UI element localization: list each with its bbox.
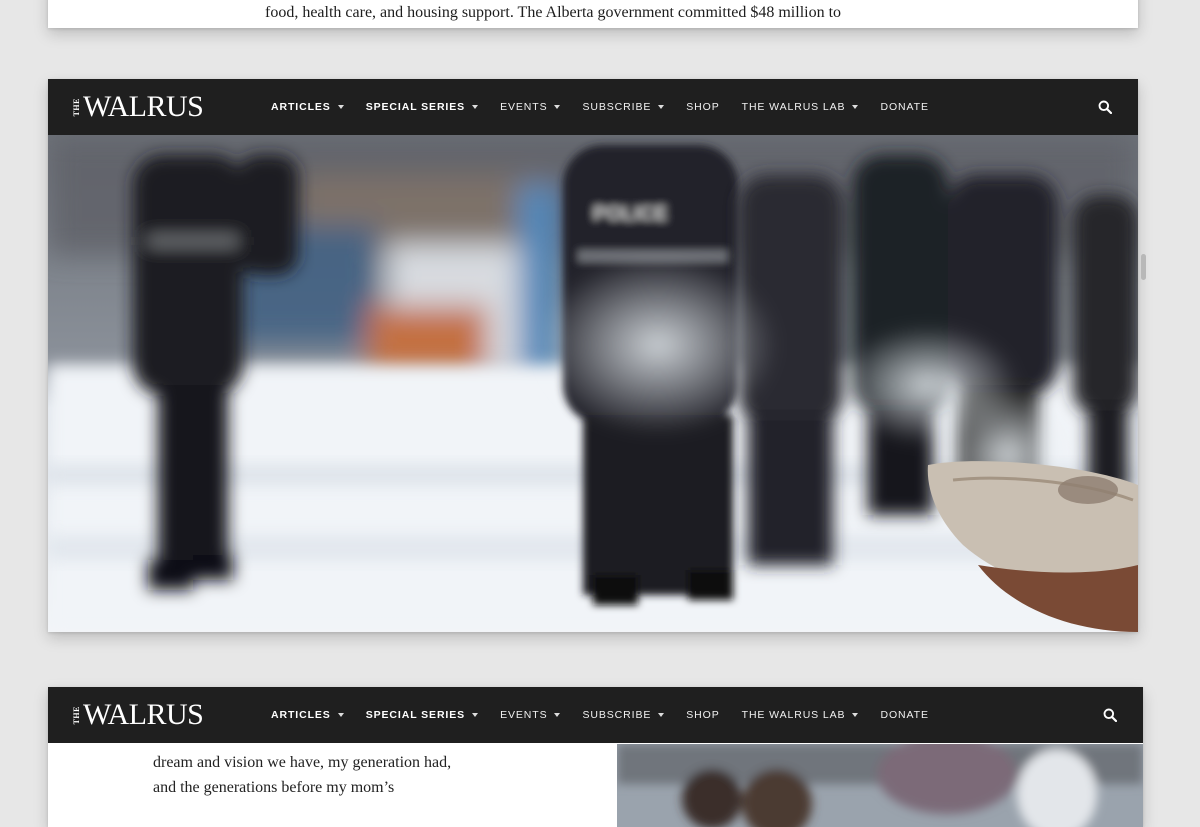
- menu-item-label: THE WALRUS LAB: [741, 709, 846, 721]
- menu-item-events[interactable]: EVENTS: [500, 101, 561, 113]
- menu-item-label: SHOP: [686, 709, 720, 721]
- menu-item-walrus-lab[interactable]: THE WALRUS LAB: [742, 101, 859, 113]
- menu-item-articles[interactable]: ARTICLES: [271, 709, 344, 721]
- article-card-top: food, health care, and housing support. …: [48, 0, 1138, 28]
- logo-wordmark: WALRUS: [83, 698, 204, 731]
- menu-item-special-series[interactable]: SPECIAL SERIES: [365, 101, 479, 113]
- chevron-down-icon: [852, 105, 859, 109]
- site-logo[interactable]: THE WALRUS: [72, 90, 204, 123]
- menu-item-label: SHOP: [686, 101, 720, 113]
- chevron-down-icon: [472, 713, 479, 717]
- article-body-text: dream and vision we have, my generation …: [153, 750, 451, 800]
- site-navbar-secondary: THE WALRUS ARTICLES SPECIAL SERIES EVENT…: [48, 687, 1143, 743]
- menu-item-donate[interactable]: DONATE: [880, 101, 928, 113]
- menu-item-label: THE WALRUS LAB: [741, 101, 846, 113]
- article-inline-photo: [617, 744, 1143, 827]
- article-text-line: dream and vision we have, my generation …: [153, 754, 452, 771]
- menu-item-label: SUBSCRIBE: [582, 709, 652, 721]
- menu-item-articles[interactable]: ARTICLES: [271, 101, 344, 113]
- main-menu: ARTICLES SPECIAL SERIES EVENTS SUBSCRIBE…: [271, 79, 951, 135]
- menu-item-label: EVENTS: [500, 709, 548, 721]
- chevron-down-icon: [658, 105, 665, 109]
- hero-photo: POLICE: [48, 135, 1138, 632]
- logo-the: THE: [72, 705, 81, 725]
- chevron-down-icon: [554, 713, 561, 717]
- menu-item-label: SPECIAL SERIES: [365, 709, 466, 721]
- menu-item-subscribe[interactable]: SUBSCRIBE: [582, 101, 665, 113]
- menu-item-label: DONATE: [880, 709, 929, 721]
- chevron-down-icon: [337, 713, 344, 717]
- article-card-bottom: THE WALRUS ARTICLES SPECIAL SERIES EVENT…: [48, 687, 1143, 827]
- menu-item-events[interactable]: EVENTS: [500, 709, 561, 721]
- menu-item-label: DONATE: [880, 101, 929, 113]
- menu-item-shop[interactable]: SHOP: [686, 101, 719, 113]
- logo-wordmark: WALRUS: [83, 90, 204, 123]
- menu-item-shop[interactable]: SHOP: [686, 709, 719, 721]
- menu-item-label: ARTICLES: [271, 709, 331, 721]
- menu-item-label: ARTICLES: [271, 101, 331, 113]
- site-logo[interactable]: THE WALRUS: [72, 698, 204, 731]
- menu-item-label: SPECIAL SERIES: [365, 101, 466, 113]
- logo-the: THE: [72, 97, 81, 117]
- menu-item-subscribe[interactable]: SUBSCRIBE: [582, 709, 665, 721]
- article-text-line: food, health care, and housing support. …: [265, 4, 842, 21]
- menu-item-label: EVENTS: [500, 101, 548, 113]
- chevron-down-icon: [472, 105, 479, 109]
- search-icon[interactable]: [1098, 100, 1112, 114]
- chevron-down-icon: [658, 713, 665, 717]
- site-navbar: THE WALRUS ARTICLES SPECIAL SERIES EVENT…: [48, 79, 1138, 135]
- main-menu: ARTICLES SPECIAL SERIES EVENTS SUBSCRIBE…: [271, 687, 951, 743]
- chevron-down-icon: [554, 105, 561, 109]
- article-text-line: and the generations before my mom’s: [153, 779, 395, 796]
- article-card-hero: THE WALRUS ARTICLES SPECIAL SERIES EVENT…: [48, 79, 1138, 632]
- search-icon[interactable]: [1103, 708, 1117, 722]
- menu-item-walrus-lab[interactable]: THE WALRUS LAB: [742, 709, 859, 721]
- vest-label: POLICE: [593, 203, 667, 225]
- menu-item-donate[interactable]: DONATE: [880, 709, 928, 721]
- chevron-down-icon: [852, 713, 859, 717]
- menu-item-special-series[interactable]: SPECIAL SERIES: [365, 709, 479, 721]
- menu-item-label: SUBSCRIBE: [582, 101, 652, 113]
- scrollbar-thumb[interactable]: [1141, 254, 1146, 280]
- chevron-down-icon: [337, 105, 344, 109]
